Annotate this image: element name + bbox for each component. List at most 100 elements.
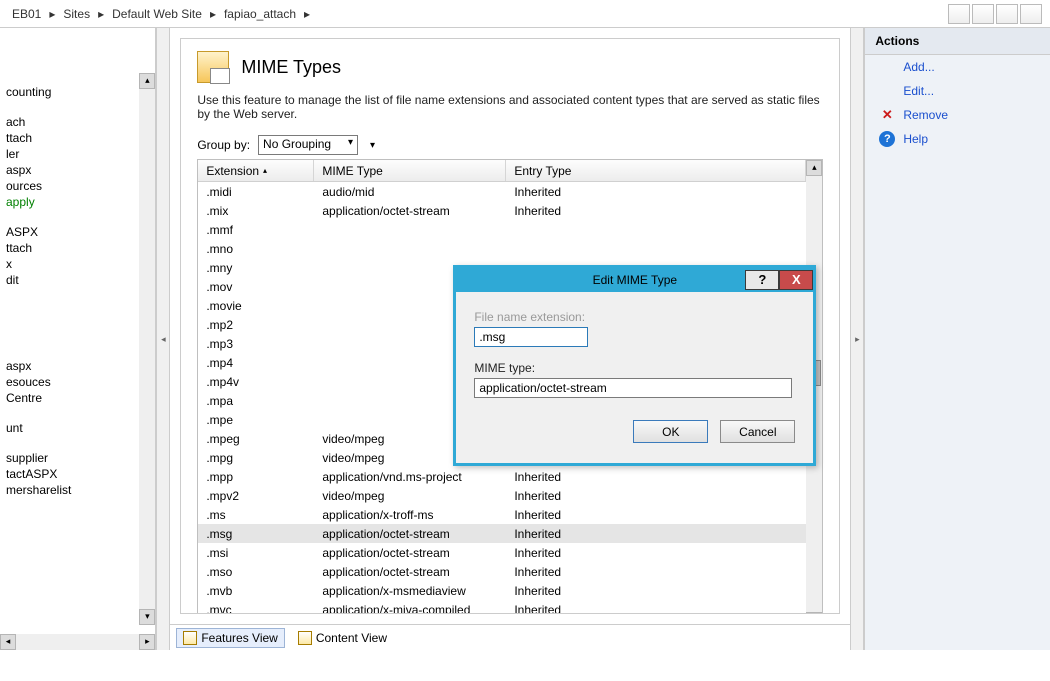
table-row[interactable]: .mixapplication/octet-streamInherited bbox=[198, 201, 806, 220]
scroll-left-icon[interactable]: ◂ bbox=[0, 634, 16, 650]
toolbar-button[interactable] bbox=[1020, 4, 1042, 24]
groupby-dropdown[interactable]: No Grouping bbox=[258, 135, 358, 155]
tree-item[interactable]: tactASPX bbox=[0, 466, 155, 482]
folder-doc-icon bbox=[197, 51, 229, 83]
table-row[interactable]: .mppapplication/vnd.ms-projectInherited bbox=[198, 467, 806, 486]
scroll-up-icon[interactable]: ▴ bbox=[139, 73, 155, 89]
scroll-right-icon[interactable]: ▸ bbox=[139, 634, 155, 650]
cell-mime: application/octet-stream bbox=[314, 564, 506, 580]
cell-ext: .mp3 bbox=[198, 336, 314, 352]
action-remove[interactable]: ✕Remove bbox=[865, 103, 1050, 127]
table-row[interactable]: .mmf bbox=[198, 220, 806, 239]
cell-ext: .msg bbox=[198, 526, 314, 542]
breadcrumb[interactable]: EB01▸ Sites▸ Default Web Site▸ fapiao_at… bbox=[0, 0, 1050, 28]
breadcrumb-seg[interactable]: fapiao_attach bbox=[224, 7, 296, 21]
chevron-right-icon: ▸ bbox=[304, 7, 310, 21]
column-extension[interactable]: Extension▴ bbox=[198, 160, 314, 181]
table-row[interactable]: .mvcapplication/x-miva-compiledInherited bbox=[198, 600, 806, 614]
connections-tree[interactable]: countingachttachleraspxourcesapplyASPXtt… bbox=[0, 28, 156, 650]
tree-item[interactable]: dit bbox=[0, 272, 155, 288]
tab-features-view[interactable]: Features View bbox=[176, 628, 284, 648]
scroll-down-icon[interactable]: ▾ bbox=[806, 612, 822, 614]
cancel-button[interactable]: Cancel bbox=[720, 420, 795, 443]
table-row[interactable]: .msiapplication/octet-streamInherited bbox=[198, 543, 806, 562]
cell-ext: .mvc bbox=[198, 602, 314, 615]
cell-entry: Inherited bbox=[506, 488, 806, 504]
tree-item[interactable]: mersharelist bbox=[0, 482, 155, 498]
breadcrumb-seg[interactable]: EB01 bbox=[12, 7, 41, 21]
cell-entry bbox=[506, 229, 806, 231]
tree-vertical-scrollbar[interactable]: ▴ ▾ bbox=[139, 73, 155, 625]
table-row[interactable]: .mvbapplication/x-msmediaviewInherited bbox=[198, 581, 806, 600]
splitter-right[interactable]: ▸ bbox=[850, 28, 864, 650]
column-entrytype[interactable]: Entry Type bbox=[506, 160, 806, 181]
action-add[interactable]: Add... bbox=[865, 55, 1050, 79]
toolbar-button[interactable] bbox=[972, 4, 994, 24]
cell-mime bbox=[314, 248, 506, 250]
tree-item[interactable]: ttach bbox=[0, 240, 155, 256]
content-icon bbox=[298, 631, 312, 645]
table-row[interactable]: .mpv2video/mpegInherited bbox=[198, 486, 806, 505]
tree-item[interactable]: aspx bbox=[0, 358, 155, 374]
splitter-left[interactable]: ◂ bbox=[156, 28, 170, 650]
sort-asc-icon: ▴ bbox=[263, 166, 267, 175]
cell-entry: Inherited bbox=[506, 564, 806, 580]
table-row[interactable]: .msapplication/x-troff-msInherited bbox=[198, 505, 806, 524]
tab-content-view[interactable]: Content View bbox=[291, 628, 394, 648]
cell-ext: .mpe bbox=[198, 412, 314, 428]
blank-icon bbox=[879, 59, 895, 75]
dialog-titlebar[interactable]: Edit MIME Type ? X bbox=[456, 268, 813, 292]
tree-item[interactable]: apply bbox=[0, 194, 155, 210]
table-row[interactable]: .msoapplication/octet-streamInherited bbox=[198, 562, 806, 581]
cell-entry: Inherited bbox=[506, 184, 806, 200]
scroll-down-icon[interactable]: ▾ bbox=[139, 609, 155, 625]
ok-button[interactable]: OK bbox=[633, 420, 708, 443]
cell-ext: .mpa bbox=[198, 393, 314, 409]
tree-item[interactable]: aspx bbox=[0, 162, 155, 178]
toolbar-button[interactable] bbox=[996, 4, 1018, 24]
tree-item[interactable]: supplier bbox=[0, 450, 155, 466]
ext-input[interactable] bbox=[474, 327, 588, 347]
tree-item[interactable]: ler bbox=[0, 146, 155, 162]
cell-entry bbox=[506, 248, 806, 250]
cell-mime: application/x-miva-compiled bbox=[314, 602, 506, 615]
table-row[interactable]: .msgapplication/octet-streamInherited bbox=[198, 524, 806, 543]
table-row[interactable]: .midiaudio/midInherited bbox=[198, 182, 806, 201]
tree-item[interactable]: ttach bbox=[0, 130, 155, 146]
tree-item[interactable]: counting bbox=[0, 84, 155, 100]
tree-item[interactable]: ach bbox=[0, 114, 155, 130]
tree-horizontal-scrollbar[interactable]: ◂ ▸ bbox=[0, 634, 155, 650]
tree-item[interactable]: ources bbox=[0, 178, 155, 194]
tree-item[interactable]: x bbox=[0, 256, 155, 272]
scroll-up-icon[interactable]: ▴ bbox=[806, 160, 822, 176]
cell-ext: .mp2 bbox=[198, 317, 314, 333]
groupby-label: Group by: bbox=[197, 138, 250, 152]
action-edit[interactable]: Edit... bbox=[865, 79, 1050, 103]
grip-icon: ▸ bbox=[855, 334, 860, 345]
dialog-help-button[interactable]: ? bbox=[745, 270, 779, 290]
edit-mime-dialog: Edit MIME Type ? X File name extension: … bbox=[453, 265, 816, 466]
table-row[interactable]: .mno bbox=[198, 239, 806, 258]
dialog-close-button[interactable]: X bbox=[779, 270, 813, 290]
cell-ext: .mno bbox=[198, 241, 314, 257]
tree-item[interactable]: ASPX bbox=[0, 224, 155, 240]
toolbar-button[interactable] bbox=[948, 4, 970, 24]
mime-input[interactable] bbox=[474, 378, 792, 398]
page-title: MIME Types bbox=[241, 57, 341, 78]
breadcrumb-seg[interactable]: Default Web Site bbox=[112, 7, 202, 21]
actions-pane: Actions Add... Edit... ✕Remove ?Help bbox=[864, 28, 1050, 650]
cell-mime: application/vnd.ms-project bbox=[314, 469, 506, 485]
action-help[interactable]: ?Help bbox=[865, 127, 1050, 151]
remove-icon: ✕ bbox=[879, 107, 895, 123]
cell-ext: .mov bbox=[198, 279, 314, 295]
cell-ext: .mvb bbox=[198, 583, 314, 599]
tree-item[interactable]: Centre bbox=[0, 390, 155, 406]
dropdown-extra-icon[interactable]: ▾ bbox=[370, 140, 375, 151]
cell-ext: .mpg bbox=[198, 450, 314, 466]
view-tabs: Features View Content View bbox=[170, 624, 850, 650]
tree-item[interactable]: unt bbox=[0, 420, 155, 436]
column-mimetype[interactable]: MIME Type bbox=[314, 160, 506, 181]
breadcrumb-seg[interactable]: Sites bbox=[63, 7, 90, 21]
tree-item[interactable]: esouces bbox=[0, 374, 155, 390]
cell-mime: application/x-troff-ms bbox=[314, 507, 506, 523]
